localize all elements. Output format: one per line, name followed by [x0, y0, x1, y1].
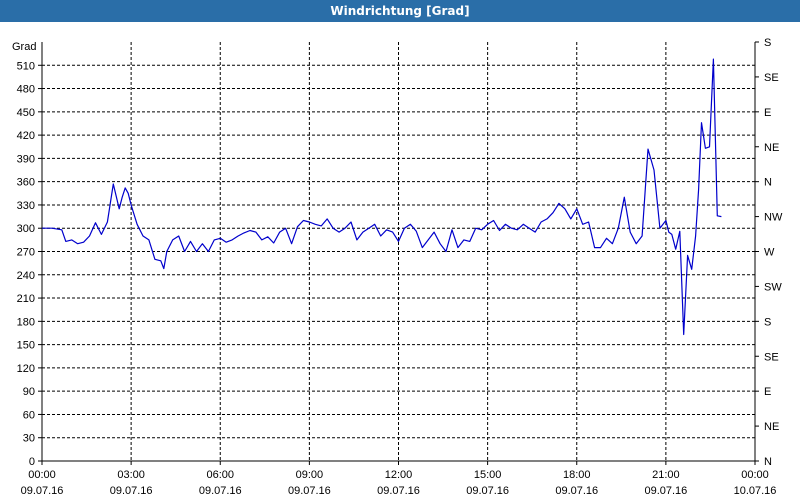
- y-tick-label: 210: [17, 293, 35, 305]
- x-tick-time-label: 09:00: [296, 469, 324, 481]
- x-tick-date-label: 09.07.16: [110, 485, 153, 497]
- x-tick-date-label: 09.07.16: [555, 485, 598, 497]
- y-tick-label: 180: [17, 316, 35, 328]
- x-tick-time-label: 00:00: [741, 469, 769, 481]
- compass-tick-label: S: [764, 37, 771, 49]
- wind-direction-chart: Grad 0 30 60 90 120 150 180 210 240 270 300 330 360 3…: [12, 37, 783, 497]
- x-tick-time-label: 21:00: [652, 469, 680, 481]
- x-tick-date-label: 09.07.16: [199, 485, 242, 497]
- y-tick-label: 480: [17, 84, 35, 96]
- x-tick-date-label: 09.07.16: [288, 485, 331, 497]
- y-tick-label: 90: [23, 386, 35, 398]
- y-tick-label: 450: [17, 107, 35, 119]
- x-tick-time-label: 12:00: [385, 469, 413, 481]
- y-tick-label: 360: [17, 177, 35, 189]
- x-tick-time-label: 18:00: [563, 469, 591, 481]
- x-tick-time-label: 00:00: [28, 469, 56, 481]
- compass-tick-label: NW: [764, 212, 783, 224]
- compass-tick-label: E: [764, 107, 771, 119]
- chart-window: Windrichtung [Grad] Grad 0 30 60 90 120 150 18…: [0, 0, 800, 500]
- y-axis-label: Grad: [12, 41, 36, 53]
- compass-tick-label: N: [764, 177, 772, 189]
- x-tick-date-label: 10.07.16: [734, 485, 777, 497]
- y-tick-label: 390: [17, 153, 35, 165]
- grid-layer: [42, 42, 755, 461]
- y-tick-label: 330: [17, 200, 35, 212]
- y-tick-label: 420: [17, 130, 35, 142]
- compass-tick-label: S: [764, 316, 771, 328]
- series-layer: [42, 58, 722, 336]
- compass-tick-label: E: [764, 386, 771, 398]
- compass-tick-label: SE: [764, 72, 779, 84]
- x-tick-time-label: 06:00: [206, 469, 234, 481]
- y-tick-label: 60: [23, 409, 35, 421]
- compass-tick-label: NE: [764, 142, 779, 154]
- x-tick-date-label: 09.07.16: [21, 485, 64, 497]
- compass-tick-label: SE: [764, 351, 779, 363]
- x-tick-time-label: 15:00: [474, 469, 502, 481]
- x-tick-time-label: 03:00: [117, 469, 145, 481]
- x-tick-date-label: 09.07.16: [466, 485, 509, 497]
- y-tick-label: 0: [29, 456, 35, 468]
- x-tick-date-label: 09.07.16: [377, 485, 420, 497]
- chart-title: Windrichtung [Grad]: [0, 0, 800, 22]
- y-tick-label: 120: [17, 363, 35, 375]
- compass-tick-label: N: [764, 456, 772, 468]
- compass-tick-label: W: [764, 247, 775, 259]
- y-tick-label: 150: [17, 340, 35, 352]
- y-tick-label: 30: [23, 433, 35, 445]
- x-tick-date-label: 09.07.16: [644, 485, 687, 497]
- y-tick-label: 240: [17, 270, 35, 282]
- y-tick-label: 270: [17, 247, 35, 259]
- compass-tick-label: SW: [764, 281, 782, 293]
- y-tick-label: 300: [17, 223, 35, 235]
- compass-tick-label: NE: [764, 421, 779, 433]
- y-tick-label: 510: [17, 60, 35, 72]
- wind-direction-line: [42, 58, 722, 336]
